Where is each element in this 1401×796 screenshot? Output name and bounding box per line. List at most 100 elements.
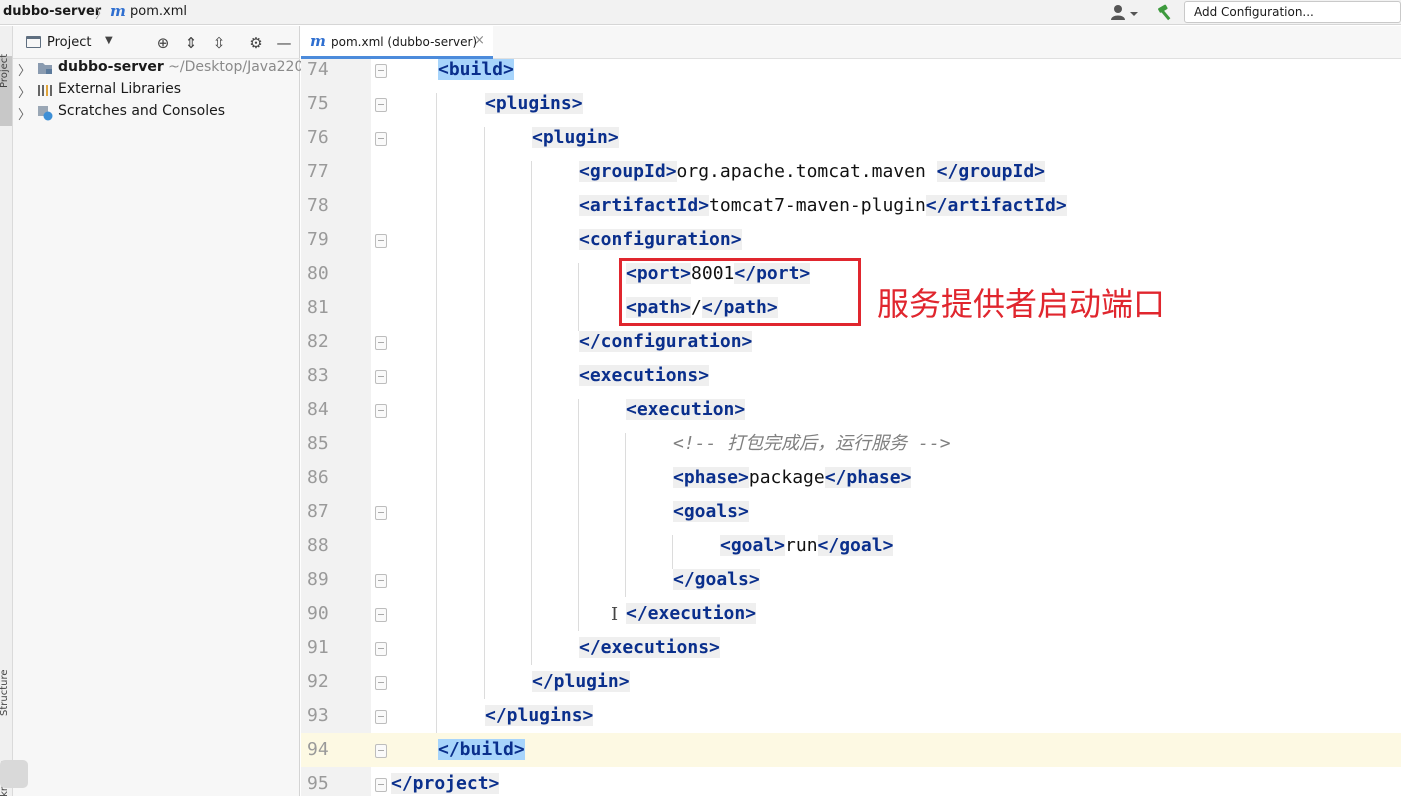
fold-marker-icon[interactable] bbox=[375, 778, 387, 792]
xml-tag: <executions> bbox=[579, 365, 710, 386]
code-line-83[interactable]: <executions> bbox=[579, 359, 710, 393]
fold-marker-icon[interactable] bbox=[375, 676, 387, 690]
fold-marker-icon[interactable] bbox=[375, 608, 387, 622]
code-line-87[interactable]: <goals> bbox=[673, 495, 749, 529]
expand-arrow-icon[interactable]: 〉 bbox=[18, 104, 31, 123]
xml-tag: <phase> bbox=[673, 467, 749, 488]
code-line-77[interactable]: <groupId>org.apache.tomcat.maven </group… bbox=[579, 155, 1046, 189]
tree-item-external-libraries[interactable]: 〉 External Libraries bbox=[13, 80, 300, 102]
fold-marker-icon[interactable] bbox=[375, 98, 387, 112]
expand-arrow-icon[interactable]: 〉 bbox=[18, 82, 31, 101]
fold-marker-icon[interactable] bbox=[375, 506, 387, 520]
minimize-icon[interactable]: — bbox=[275, 34, 293, 52]
fold-marker-icon[interactable] bbox=[375, 404, 387, 418]
line-number: 91 bbox=[307, 637, 329, 658]
line-number: 86 bbox=[307, 467, 329, 488]
code-line-79[interactable]: <configuration> bbox=[579, 223, 742, 257]
xml-tag: <artifactId> bbox=[579, 195, 710, 216]
xml-text: org.apache.tomcat.maven bbox=[676, 161, 937, 182]
code-line-85[interactable]: <!-- 打包完成后，运行服务 --> bbox=[673, 427, 951, 461]
xml-tag: </goals> bbox=[673, 569, 760, 590]
expand-arrow-icon[interactable]: 〉 bbox=[18, 60, 31, 79]
fold-marker-icon[interactable] bbox=[375, 370, 387, 384]
tree-item-path: ~/Desktop/Java2208 bbox=[168, 59, 313, 75]
fold-marker-icon[interactable] bbox=[375, 234, 387, 248]
fold-marker-icon[interactable] bbox=[375, 642, 387, 656]
indent-guide bbox=[625, 433, 626, 597]
crosshair-icon[interactable]: ⊕ bbox=[154, 34, 172, 52]
user-icon[interactable] bbox=[1110, 4, 1140, 21]
xml-tag: <goals> bbox=[673, 501, 749, 522]
chevron-down-icon[interactable]: ▼ bbox=[105, 35, 113, 46]
line-number: 89 bbox=[307, 569, 329, 590]
code-line-91[interactable]: </executions> bbox=[579, 631, 720, 665]
line-number: 87 bbox=[307, 501, 329, 522]
project-tool-label[interactable]: Project bbox=[0, 54, 10, 88]
fold-marker-icon[interactable] bbox=[375, 744, 387, 758]
line-number: 74 bbox=[307, 59, 329, 80]
xml-tag: </artifactId> bbox=[925, 195, 1067, 216]
fold-marker-icon[interactable] bbox=[375, 710, 387, 724]
xml-comment: <!-- 打包完成后，运行服务 --> bbox=[673, 433, 951, 454]
line-number: 83 bbox=[307, 365, 329, 386]
code-line-89[interactable]: </goals> bbox=[673, 563, 760, 597]
line-number: 92 bbox=[307, 671, 329, 692]
line-number: 88 bbox=[307, 535, 329, 556]
fold-marker-icon[interactable] bbox=[375, 336, 387, 350]
xml-text: tomcat7-maven-plugin bbox=[709, 195, 926, 216]
code-line-74[interactable]: <build> bbox=[438, 53, 514, 87]
line-number: 81 bbox=[307, 297, 329, 318]
code-line-84[interactable]: <execution> bbox=[626, 393, 746, 427]
tree-item-label: Scratches and Consoles bbox=[58, 103, 225, 119]
xml-tag: <configuration> bbox=[579, 229, 742, 250]
code-line-82[interactable]: </configuration> bbox=[579, 325, 753, 359]
project-panel-header: Project ▼ ⊕ ⇕ ⇳ ⚙ — bbox=[13, 26, 300, 59]
xml-tag: <execution> bbox=[626, 399, 746, 420]
project-panel: Project ▼ ⊕ ⇕ ⇳ ⚙ — 〉 dubbo-server ~/Des… bbox=[13, 26, 312, 796]
code-line-75[interactable]: <plugins> bbox=[485, 87, 583, 121]
gear-icon[interactable]: ⚙ bbox=[247, 34, 265, 52]
code-line-78[interactable]: <artifactId>tomcat7-maven-plugin</artifa… bbox=[579, 189, 1067, 223]
line-number: 94 bbox=[307, 739, 329, 760]
code-line-76[interactable]: <plugin> bbox=[532, 121, 619, 155]
code-line-92[interactable]: </plugin> bbox=[532, 665, 630, 699]
expand-all-icon[interactable]: ⇕ bbox=[182, 34, 200, 52]
code-line-86[interactable]: <phase>package</phase> bbox=[673, 461, 912, 495]
structure-tool-label[interactable]: Structure bbox=[0, 669, 10, 716]
xml-tag: <build> bbox=[438, 59, 514, 80]
tool-window-stripe: Project Structure Bookmarks bbox=[0, 26, 13, 796]
fold-marker-icon[interactable] bbox=[375, 132, 387, 146]
close-icon[interactable]: × bbox=[474, 33, 485, 48]
line-number: 75 bbox=[307, 93, 329, 114]
hammer-icon[interactable] bbox=[1156, 3, 1174, 21]
line-number: 80 bbox=[307, 263, 329, 284]
xml-tag: </executions> bbox=[579, 637, 720, 658]
line-number: 90 bbox=[307, 603, 329, 624]
indent-guide bbox=[578, 399, 579, 631]
breadcrumb-file[interactable]: pom.xml bbox=[130, 4, 187, 19]
xml-tag: </project> bbox=[391, 773, 500, 794]
code-line-88[interactable]: <goal>run</goal> bbox=[720, 529, 894, 563]
fold-marker-icon[interactable] bbox=[375, 574, 387, 588]
code-line-93[interactable]: </plugins> bbox=[485, 699, 594, 733]
xml-tag: <goal> bbox=[720, 535, 786, 556]
indent-guide bbox=[436, 93, 437, 733]
fold-marker-icon[interactable] bbox=[375, 64, 387, 78]
maven-file-icon: m bbox=[110, 2, 126, 20]
tree-item-dubbo-server[interactable]: 〉 dubbo-server ~/Desktop/Java2208 bbox=[13, 58, 312, 80]
tab-label: pom.xml (dubbo-server) bbox=[331, 35, 478, 49]
code-line-90[interactable]: </execution> bbox=[626, 597, 757, 631]
line-number: 82 bbox=[307, 331, 329, 352]
add-configuration-button[interactable]: Add Configuration... bbox=[1184, 1, 1401, 23]
bookmark-badge[interactable] bbox=[0, 760, 28, 788]
breadcrumb-project[interactable]: dubbo-server bbox=[3, 4, 101, 19]
xml-tag: </execution> bbox=[626, 603, 757, 624]
tree-item-scratches[interactable]: 〉 Scratches and Consoles bbox=[13, 102, 300, 124]
code-line-95[interactable]: </project> bbox=[391, 767, 500, 796]
project-panel-title[interactable]: Project bbox=[47, 35, 91, 50]
line-number: 85 bbox=[307, 433, 329, 454]
indent-guide bbox=[484, 127, 485, 699]
xml-tag: <plugins> bbox=[485, 93, 583, 114]
code-line-94[interactable]: </build> bbox=[438, 733, 525, 767]
collapse-all-icon[interactable]: ⇳ bbox=[210, 34, 228, 52]
